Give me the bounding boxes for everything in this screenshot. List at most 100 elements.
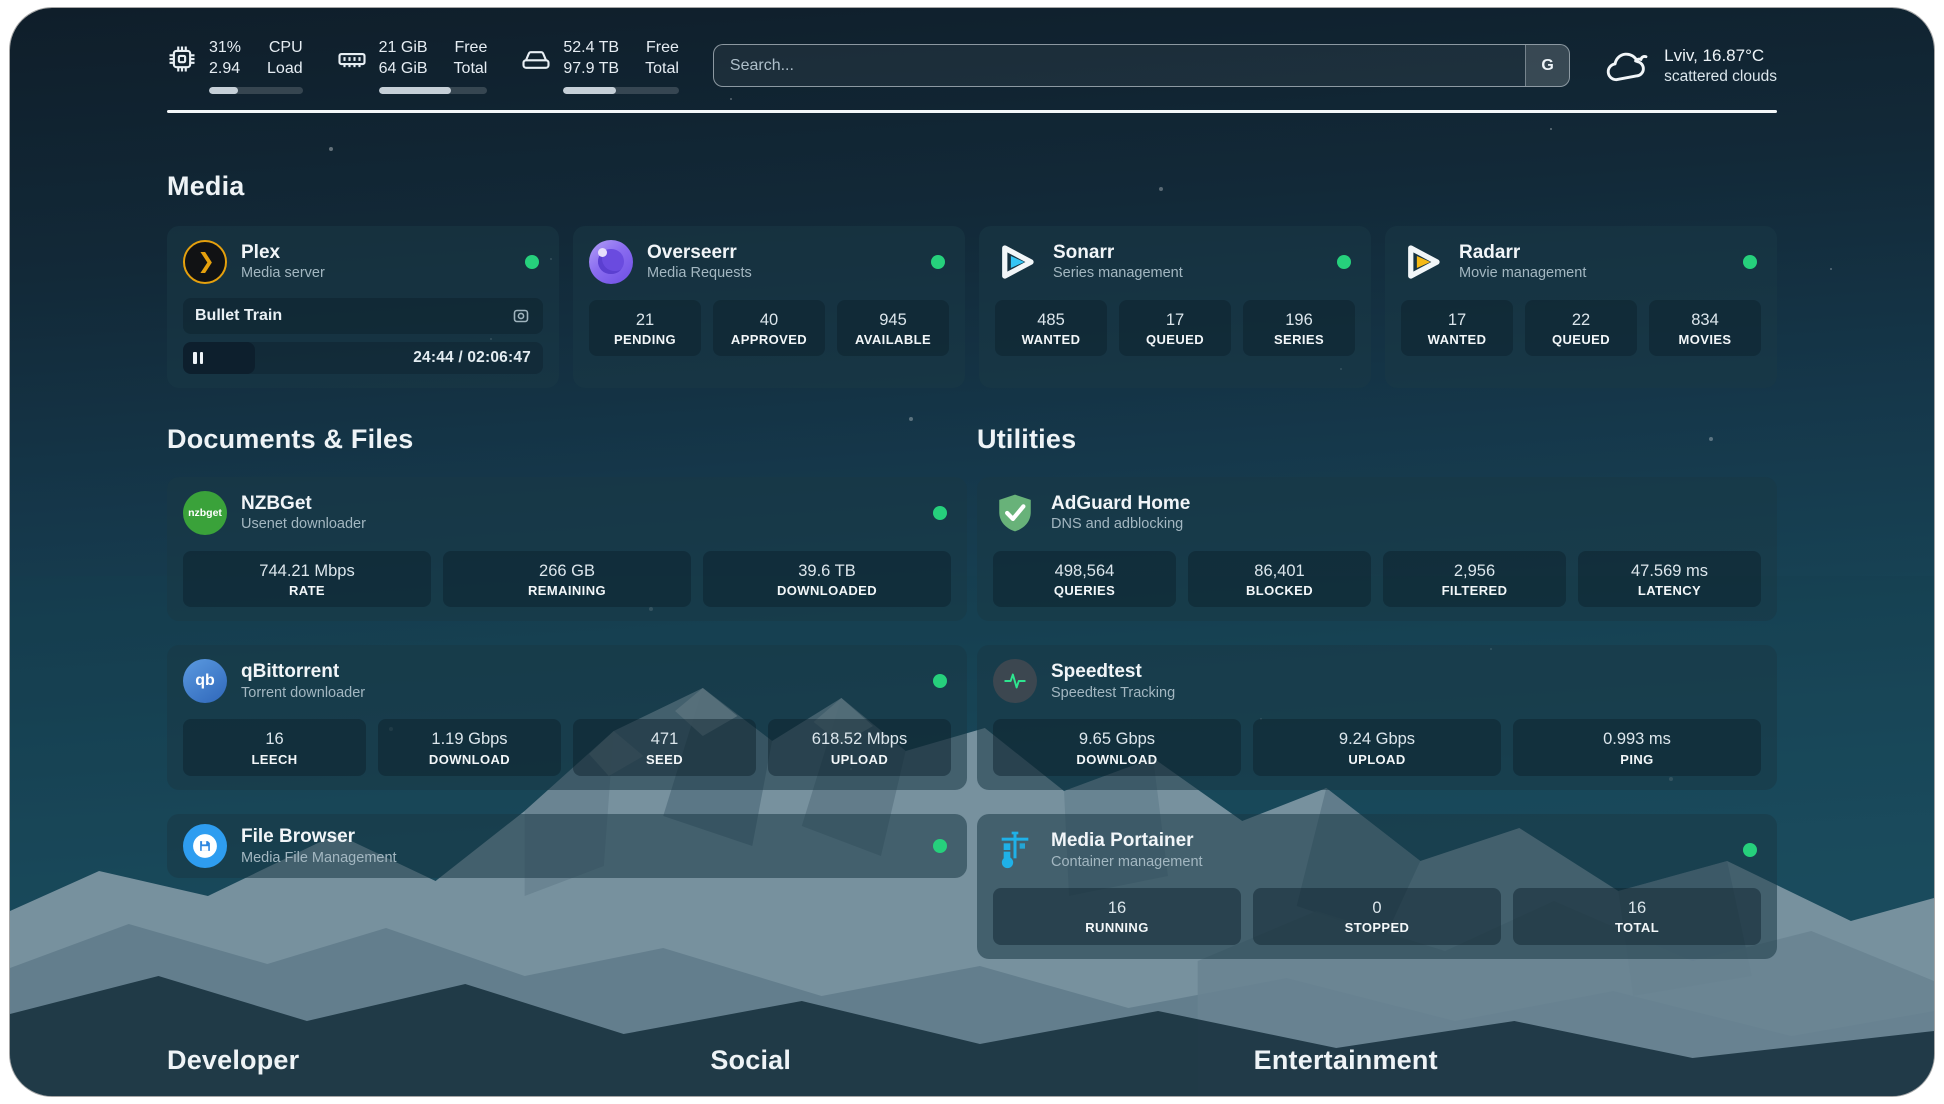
radarr-stat-wanted: 17 WANTED xyxy=(1401,300,1513,357)
nzbget-stat-remaining: 266 GB REMAINING xyxy=(443,551,691,608)
overseerr-stat-pending: 21 PENDING xyxy=(589,300,701,357)
overseerr-icon xyxy=(589,240,633,284)
topbar-divider xyxy=(167,110,1777,113)
dashboard-frame: 31% 2.94 CPU Load xyxy=(10,8,1934,1096)
hardware-stats: 31% 2.94 CPU Load xyxy=(167,38,679,94)
cpu-load-label: Load xyxy=(267,59,303,80)
portainer-title: Media Portainer xyxy=(1051,829,1203,853)
qbittorrent-title: qBittorrent xyxy=(241,660,365,684)
qbittorrent-stat-leech: 16 LEECH xyxy=(183,719,366,776)
memory-widget: 21 GiB 64 GiB Free Total xyxy=(337,38,488,94)
qbittorrent-stat-seed: 471 SEED xyxy=(573,719,756,776)
bookmarks-social: Social LI LinkedIn linkedin.com TW Twitt… xyxy=(710,1045,1233,1096)
cpu-load-value: 2.94 xyxy=(209,59,241,80)
camera-icon[interactable] xyxy=(511,306,531,326)
qbittorrent-icon: qb xyxy=(183,659,227,703)
section-title-social: Social xyxy=(710,1045,1233,1076)
radarr-icon xyxy=(1401,240,1445,284)
overseerr-subtitle: Media Requests xyxy=(647,264,752,282)
radarr-stat-queued: 22 QUEUED xyxy=(1525,300,1637,357)
disk-free-value: 52.4 TB xyxy=(563,38,619,59)
nzbget-title: NZBGet xyxy=(241,492,366,516)
weather-widget: Lviv, 16.87°C scattered clouds xyxy=(1604,45,1777,87)
memory-free-label: Free xyxy=(454,38,487,59)
radarr-subtitle: Movie management xyxy=(1459,264,1586,282)
portainer-stat-stopped: 0 STOPPED xyxy=(1253,888,1501,945)
plex-icon: ❯ xyxy=(183,240,227,284)
plex-now-playing-row: Bullet Train xyxy=(183,298,543,334)
qbittorrent-subtitle: Torrent downloader xyxy=(241,684,365,702)
cpu-label: CPU xyxy=(269,38,303,59)
portainer-stat-total: 16 TOTAL xyxy=(1513,888,1761,945)
search-provider-button[interactable]: G xyxy=(1525,45,1569,86)
nzbget-stat-downloaded: 39.6 TB DOWNLOADED xyxy=(703,551,951,608)
bookmarks-developer: Developer GH Github github.com SO StackO… xyxy=(167,1045,690,1096)
card-speedtest[interactable]: Speedtest Speedtest Tracking 9.65 Gbps D… xyxy=(977,645,1777,790)
search-bar: G xyxy=(713,44,1570,87)
adguard-title: AdGuard Home xyxy=(1051,492,1190,516)
card-filebrowser[interactable]: File Browser Media File Management xyxy=(167,814,967,878)
plex-status-dot xyxy=(525,255,539,269)
section-title-developer: Developer xyxy=(167,1045,690,1076)
section-title-entertainment: Entertainment xyxy=(1254,1045,1777,1076)
plex-title: Plex xyxy=(241,241,325,265)
speedtest-stat-upload: 9.24 Gbps UPLOAD xyxy=(1253,719,1501,776)
qbittorrent-status-dot xyxy=(933,674,947,688)
bookmarks-entertainment: Entertainment YT YouTube youtube.com NF … xyxy=(1254,1045,1777,1096)
utilities-column: Utilities AdGuard Home xyxy=(977,424,1777,983)
sonarr-subtitle: Series management xyxy=(1053,264,1183,282)
sonarr-stat-queued: 17 QUEUED xyxy=(1119,300,1231,357)
disk-widget: 52.4 TB 97.9 TB Free Total xyxy=(521,38,679,94)
speedtest-stat-ping: 0.993 ms PING xyxy=(1513,719,1761,776)
adguard-subtitle: DNS and adblocking xyxy=(1051,515,1190,533)
memory-total-label: Total xyxy=(454,59,488,80)
disk-total-value: 97.9 TB xyxy=(563,59,619,80)
card-sonarr[interactable]: Sonarr Series management 485 WANTED 17 Q… xyxy=(979,226,1371,388)
weather-location: Lviv, 16.87°C xyxy=(1664,45,1777,67)
card-nzbget[interactable]: nzbget NZBGet Usenet downloader 744.21 M… xyxy=(167,477,967,622)
cpu-progress-bar xyxy=(209,87,303,94)
filebrowser-title: File Browser xyxy=(241,825,397,849)
cpu-icon xyxy=(167,44,197,74)
overseerr-stat-approved: 40 APPROVED xyxy=(713,300,825,357)
adguard-stat-filtered: 2,956 FILTERED xyxy=(1383,551,1566,608)
overseerr-title: Overseerr xyxy=(647,241,752,265)
filebrowser-icon xyxy=(183,824,227,868)
memory-free-value: 21 GiB xyxy=(379,38,428,59)
card-radarr[interactable]: Radarr Movie management 17 WANTED 22 QUE… xyxy=(1385,226,1777,388)
portainer-status-dot xyxy=(1743,843,1757,857)
pause-icon xyxy=(193,352,203,364)
sonarr-status-dot xyxy=(1337,255,1351,269)
sonarr-title: Sonarr xyxy=(1053,241,1183,265)
plex-playback-time: 24:44 / 02:06:47 xyxy=(413,349,531,367)
section-title-media: Media xyxy=(167,171,1777,202)
plex-now-playing-title: Bullet Train xyxy=(195,307,282,325)
portainer-subtitle: Container management xyxy=(1051,853,1203,871)
adguard-icon xyxy=(993,491,1037,535)
radarr-status-dot xyxy=(1743,255,1757,269)
card-adguard[interactable]: AdGuard Home DNS and adblocking 498,564 … xyxy=(977,477,1777,622)
search-input[interactable] xyxy=(714,45,1525,86)
card-overseerr[interactable]: Overseerr Media Requests 21 PENDING 40 A… xyxy=(573,226,965,388)
sonarr-icon xyxy=(995,240,1039,284)
nzbget-icon: nzbget xyxy=(183,491,227,535)
overseerr-status-dot xyxy=(931,255,945,269)
speedtest-title: Speedtest xyxy=(1051,660,1175,684)
nzbget-stat-rate: 744.21 Mbps RATE xyxy=(183,551,431,608)
filebrowser-subtitle: Media File Management xyxy=(241,849,397,867)
cpu-usage-value: 31% xyxy=(209,38,241,59)
ram-icon xyxy=(337,44,367,74)
speedtest-subtitle: Speedtest Tracking xyxy=(1051,684,1175,702)
card-plex[interactable]: ❯ Plex Media server Bullet Train xyxy=(167,226,559,388)
nzbget-status-dot xyxy=(933,506,947,520)
memory-total-value: 64 GiB xyxy=(379,59,428,80)
overseerr-stat-available: 945 AVAILABLE xyxy=(837,300,949,357)
sonarr-stat-series: 196 SERIES xyxy=(1243,300,1355,357)
speedtest-icon xyxy=(993,659,1037,703)
sonarr-stat-wanted: 485 WANTED xyxy=(995,300,1107,357)
radarr-stat-movies: 834 MOVIES xyxy=(1649,300,1761,357)
portainer-icon xyxy=(993,828,1037,872)
documents-column: Documents & Files nzbget NZBGet Usenet d… xyxy=(167,424,967,983)
card-portainer[interactable]: Media Portainer Container management 16 … xyxy=(977,814,1777,959)
card-qbittorrent[interactable]: qb qBittorrent Torrent downloader 16 LEE… xyxy=(167,645,967,790)
